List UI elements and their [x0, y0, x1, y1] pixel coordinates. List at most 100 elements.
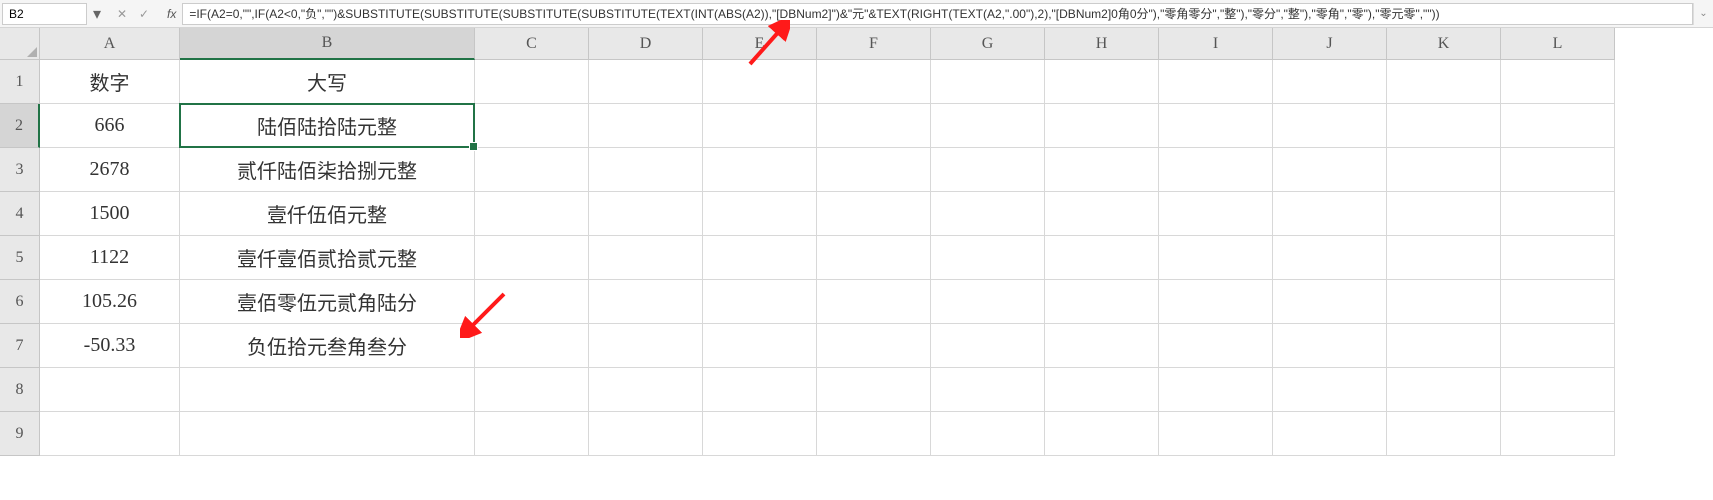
cell-E1[interactable]	[703, 60, 817, 104]
cell-C1[interactable]	[475, 60, 589, 104]
cell-K6[interactable]	[1387, 280, 1501, 324]
cell-J3[interactable]	[1273, 148, 1387, 192]
cell-F6[interactable]	[817, 280, 931, 324]
cell-L3[interactable]	[1501, 148, 1615, 192]
cell-J2[interactable]	[1273, 104, 1387, 148]
cell-J1[interactable]	[1273, 60, 1387, 104]
row-header-5[interactable]: 5	[0, 236, 40, 280]
cell-D8[interactable]	[589, 368, 703, 412]
row-header-1[interactable]: 1	[0, 60, 40, 104]
cell-E8[interactable]	[703, 368, 817, 412]
cell-L2[interactable]	[1501, 104, 1615, 148]
cell-D9[interactable]	[589, 412, 703, 456]
cell-B8[interactable]	[180, 368, 475, 412]
cell-H5[interactable]	[1045, 236, 1159, 280]
cell-I3[interactable]	[1159, 148, 1273, 192]
cell-A9[interactable]	[40, 412, 180, 456]
formula-expand-icon[interactable]: ⌄	[1693, 3, 1713, 25]
column-header-D[interactable]: D	[589, 28, 703, 60]
cell-K8[interactable]	[1387, 368, 1501, 412]
cell-F1[interactable]	[817, 60, 931, 104]
cell-C8[interactable]	[475, 368, 589, 412]
cell-G8[interactable]	[931, 368, 1045, 412]
cell-I2[interactable]	[1159, 104, 1273, 148]
cell-L1[interactable]	[1501, 60, 1615, 104]
cell-B4[interactable]: 壹仟伍佰元整	[180, 192, 475, 236]
column-header-L[interactable]: L	[1501, 28, 1615, 60]
cell-D7[interactable]	[589, 324, 703, 368]
cancel-icon[interactable]: ✕	[115, 7, 129, 21]
column-header-F[interactable]: F	[817, 28, 931, 60]
cell-L9[interactable]	[1501, 412, 1615, 456]
cell-L6[interactable]	[1501, 280, 1615, 324]
cell-B3[interactable]: 贰仟陆佰柒拾捌元整	[180, 148, 475, 192]
cell-G7[interactable]	[931, 324, 1045, 368]
name-box-dropdown-icon[interactable]: ▾	[89, 4, 105, 24]
column-header-K[interactable]: K	[1387, 28, 1501, 60]
select-all-button[interactable]	[0, 28, 40, 60]
cell-C6[interactable]	[475, 280, 589, 324]
cell-A3[interactable]: 2678	[40, 148, 180, 192]
cell-F4[interactable]	[817, 192, 931, 236]
cell-F7[interactable]	[817, 324, 931, 368]
cell-L5[interactable]	[1501, 236, 1615, 280]
cell-D4[interactable]	[589, 192, 703, 236]
cell-H9[interactable]	[1045, 412, 1159, 456]
enter-icon[interactable]: ✓	[137, 7, 151, 21]
cell-A2[interactable]: 666	[40, 104, 180, 148]
cell-I9[interactable]	[1159, 412, 1273, 456]
cell-E2[interactable]	[703, 104, 817, 148]
cell-K4[interactable]	[1387, 192, 1501, 236]
cell-E9[interactable]	[703, 412, 817, 456]
cell-I5[interactable]	[1159, 236, 1273, 280]
cell-G3[interactable]	[931, 148, 1045, 192]
cell-D1[interactable]	[589, 60, 703, 104]
cell-K2[interactable]	[1387, 104, 1501, 148]
cell-C2[interactable]	[475, 104, 589, 148]
row-header-3[interactable]: 3	[0, 148, 40, 192]
cell-A7[interactable]: -50.33	[40, 324, 180, 368]
cell-A4[interactable]: 1500	[40, 192, 180, 236]
cell-K7[interactable]	[1387, 324, 1501, 368]
cell-F3[interactable]	[817, 148, 931, 192]
cell-A1[interactable]: 数字	[40, 60, 180, 104]
cell-F8[interactable]	[817, 368, 931, 412]
cell-J8[interactable]	[1273, 368, 1387, 412]
cell-G6[interactable]	[931, 280, 1045, 324]
fx-button[interactable]: fx	[161, 7, 182, 21]
column-header-C[interactable]: C	[475, 28, 589, 60]
cell-J4[interactable]	[1273, 192, 1387, 236]
cell-B1[interactable]: 大写	[180, 60, 475, 104]
cell-I8[interactable]	[1159, 368, 1273, 412]
cell-I4[interactable]	[1159, 192, 1273, 236]
formula-input[interactable]: =IF(A2=0,"",IF(A2<0,"负","")&SUBSTITUTE(S…	[182, 3, 1693, 25]
cell-G9[interactable]	[931, 412, 1045, 456]
cell-H3[interactable]	[1045, 148, 1159, 192]
cell-G4[interactable]	[931, 192, 1045, 236]
column-header-G[interactable]: G	[931, 28, 1045, 60]
column-header-J[interactable]: J	[1273, 28, 1387, 60]
cell-J7[interactable]	[1273, 324, 1387, 368]
cell-G5[interactable]	[931, 236, 1045, 280]
row-header-6[interactable]: 6	[0, 280, 40, 324]
cell-F9[interactable]	[817, 412, 931, 456]
cell-C7[interactable]	[475, 324, 589, 368]
cell-D6[interactable]	[589, 280, 703, 324]
column-header-E[interactable]: E	[703, 28, 817, 60]
cell-H7[interactable]	[1045, 324, 1159, 368]
cell-C3[interactable]	[475, 148, 589, 192]
cell-J9[interactable]	[1273, 412, 1387, 456]
cell-H8[interactable]	[1045, 368, 1159, 412]
cell-A8[interactable]	[40, 368, 180, 412]
cell-B5[interactable]: 壹仟壹佰贰拾贰元整	[180, 236, 475, 280]
name-box[interactable]: B2	[2, 3, 87, 25]
column-header-B[interactable]: B	[180, 28, 475, 60]
cell-F2[interactable]	[817, 104, 931, 148]
cell-G2[interactable]	[931, 104, 1045, 148]
cell-H1[interactable]	[1045, 60, 1159, 104]
column-header-A[interactable]: A	[40, 28, 180, 60]
row-header-4[interactable]: 4	[0, 192, 40, 236]
cell-A6[interactable]: 105.26	[40, 280, 180, 324]
cell-I1[interactable]	[1159, 60, 1273, 104]
cell-D5[interactable]	[589, 236, 703, 280]
